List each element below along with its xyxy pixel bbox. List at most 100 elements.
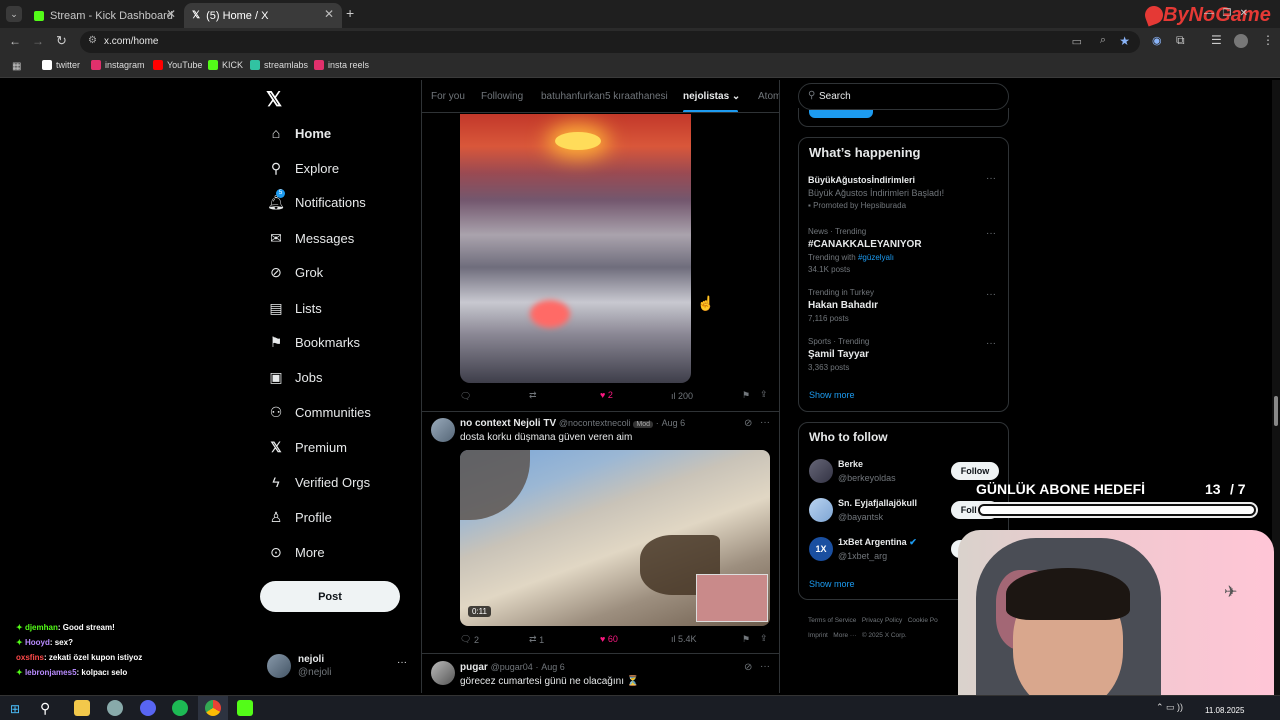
suggestion-name[interactable]: Sn. Eyjafjallajökull [838,498,917,508]
like-button[interactable]: ♥ 60 [600,634,618,644]
trend-item[interactable]: BüyükAğustosİndirimleri Büyük Ağustos İn… [808,175,998,210]
views-button[interactable]: ıl 5.4K [671,634,697,644]
nav-jobs[interactable]: ▣ Jobs [268,369,322,385]
author-name[interactable]: no context Nejoli TV [460,418,556,429]
more-dots-icon[interactable]: ··· [986,338,996,349]
extensions-puzzle-icon[interactable]: ⧉ [1176,33,1185,48]
nav-home[interactable]: ⌂ Home [268,125,331,141]
grok-icon[interactable]: ⊘ [744,662,752,673]
repost-button[interactable]: ⇄ [529,390,537,401]
trend-item[interactable]: Sports · Trending Şamil Tayyar 3,363 pos… [808,337,998,372]
bookmark-insta-reels[interactable]: insta reels [314,60,369,70]
more-dots-icon[interactable]: ··· [986,173,996,184]
reply-button[interactable]: 🗨︎ 2 [460,634,479,645]
bookmark-youtube[interactable]: YouTube [153,60,202,70]
bookmark-kick[interactable]: KICK [208,60,243,70]
system-tray-icons[interactable]: ⌃ ▭ )) [1156,702,1183,713]
bookmark-button[interactable]: ⚑ [742,390,750,401]
bookmark-twitter[interactable]: twitter [42,60,80,70]
views-button[interactable]: ıl 200 [671,391,693,401]
cast-icon[interactable]: ▭ [1072,35,1082,48]
nav-messages[interactable]: ✉ Messages [268,230,354,246]
spotify-icon[interactable] [172,700,188,716]
nav-bookmarks[interactable]: ⚑ Bookmarks [268,334,360,350]
suggestion-name[interactable]: Berke [838,459,863,469]
tab-batuhanfurkan5[interactable]: batuhanfurkan5 kıraathanesi [541,91,668,102]
taskbar-active-app[interactable] [198,696,228,720]
tab-atom[interactable]: Atom [758,91,779,102]
reading-list-icon[interactable]: ☰ [1211,33,1222,47]
back-arrow-icon[interactable]: ← [9,34,21,48]
search-input[interactable]: ⚲ Search [798,83,1009,110]
zoom-icon[interactable]: ⌕ [1100,34,1106,47]
forward-arrow-icon[interactable]: → [32,34,44,48]
tab-kick-dashboard[interactable]: Stream - Kick Dashboard ✕ [26,3,184,28]
tab-following[interactable]: Following [481,91,523,102]
avatar[interactable] [431,418,455,442]
post-date[interactable]: Aug 6 [541,662,565,672]
bookmark-button[interactable]: ⚑ [742,634,750,645]
search-icon[interactable]: ⚲ [40,700,50,717]
post-video[interactable]: 0:11 [460,450,770,626]
profile-avatar[interactable] [1234,34,1248,48]
app-icon[interactable] [107,700,123,716]
new-tab-button[interactable]: + [346,5,354,21]
bookmark-star-icon[interactable]: ★ [1119,34,1130,48]
more-dots-icon[interactable]: ··· [760,661,770,672]
nav-grok[interactable]: ⊘ Grok [268,264,323,280]
account-switcher[interactable]: nejoli @nejoli ··· [260,648,415,686]
like-button[interactable]: ♥ 2 [600,390,613,400]
avatar[interactable] [809,459,833,483]
reply-button[interactable]: 🗨︎ [460,391,471,402]
suggestion-name[interactable]: 1xBet Argentina ✔ [838,537,917,548]
author-handle[interactable]: @nocontextnecoli [559,418,631,428]
tab-nejolistas[interactable]: nejolistas ⌄ [683,91,740,102]
follow-button[interactable]: Follow [951,462,999,480]
post-image-sunset[interactable] [460,114,691,383]
card-button[interactable] [809,110,873,118]
trend-item[interactable]: Trending in Turkey Hakan Bahadır 7,116 p… [808,288,998,323]
avatar[interactable] [809,498,833,522]
menu-kebab-icon[interactable]: ⋮ [1262,33,1274,47]
extension-icon[interactable]: ◉ [1152,34,1162,47]
show-more-link[interactable]: Show more [809,390,855,400]
windows-start-icon[interactable]: ⊞ [10,702,20,716]
nav-notifications[interactable]: 🔔︎ 5 Notifications [267,189,366,210]
nav-communities[interactable]: ⚇ Communities [268,404,371,420]
bookmark-streamlabs[interactable]: streamlabs [250,60,308,70]
site-info-icon[interactable]: ⚙ [88,35,97,46]
file-explorer-icon[interactable] [74,700,90,716]
bookmark-instagram[interactable]: instagram [91,60,145,70]
nav-explore[interactable]: ⚲ Explore [268,160,339,176]
x-logo-icon[interactable]: 𝕏 [266,87,282,112]
tab-x-home[interactable]: 𝕏 (5) Home / X ✕ [184,3,342,28]
scrollbar-thumb[interactable] [1274,396,1278,426]
apps-grid-icon[interactable]: ▦ [12,61,21,72]
repost-button[interactable]: ⇄ 1 [529,634,544,645]
nav-more[interactable]: ⊙ More [268,544,325,560]
post-button[interactable]: Post [260,581,400,612]
tab-search-button[interactable]: ⌄ [6,6,22,22]
more-dots-icon[interactable]: ··· [986,289,996,300]
show-more-link[interactable]: Show more [809,579,855,589]
window-controls[interactable]: — ❐ ✕ [1204,8,1248,19]
tab-for-you[interactable]: For you [431,91,465,102]
reload-icon[interactable]: ↻ [56,33,67,49]
author-name[interactable]: pugar [460,662,488,673]
nav-profile[interactable]: ♙ Profile [268,509,332,525]
nav-lists[interactable]: ▤ Lists [268,300,321,316]
share-button[interactable]: ⇪ [760,389,768,400]
close-icon[interactable]: ✕ [166,7,176,21]
avatar[interactable] [431,661,455,685]
more-dots-icon[interactable]: ··· [986,228,996,239]
1xbet-logo-icon[interactable]: 1X [809,537,833,561]
close-icon[interactable]: ✕ [324,7,334,21]
nav-verified-orgs[interactable]: ϟ Verified Orgs [268,474,370,490]
post-date[interactable]: Aug 6 [662,418,686,428]
kick-icon[interactable] [237,700,253,716]
grok-icon[interactable]: ⊘ [744,418,752,429]
discord-icon[interactable] [140,700,156,716]
nav-premium[interactable]: 𝕏 Premium [268,439,347,455]
author-handle[interactable]: @pugar04 [491,662,533,672]
trend-item[interactable]: News · Trending #CANAKKALEYANIYOR Trendi… [808,227,998,274]
